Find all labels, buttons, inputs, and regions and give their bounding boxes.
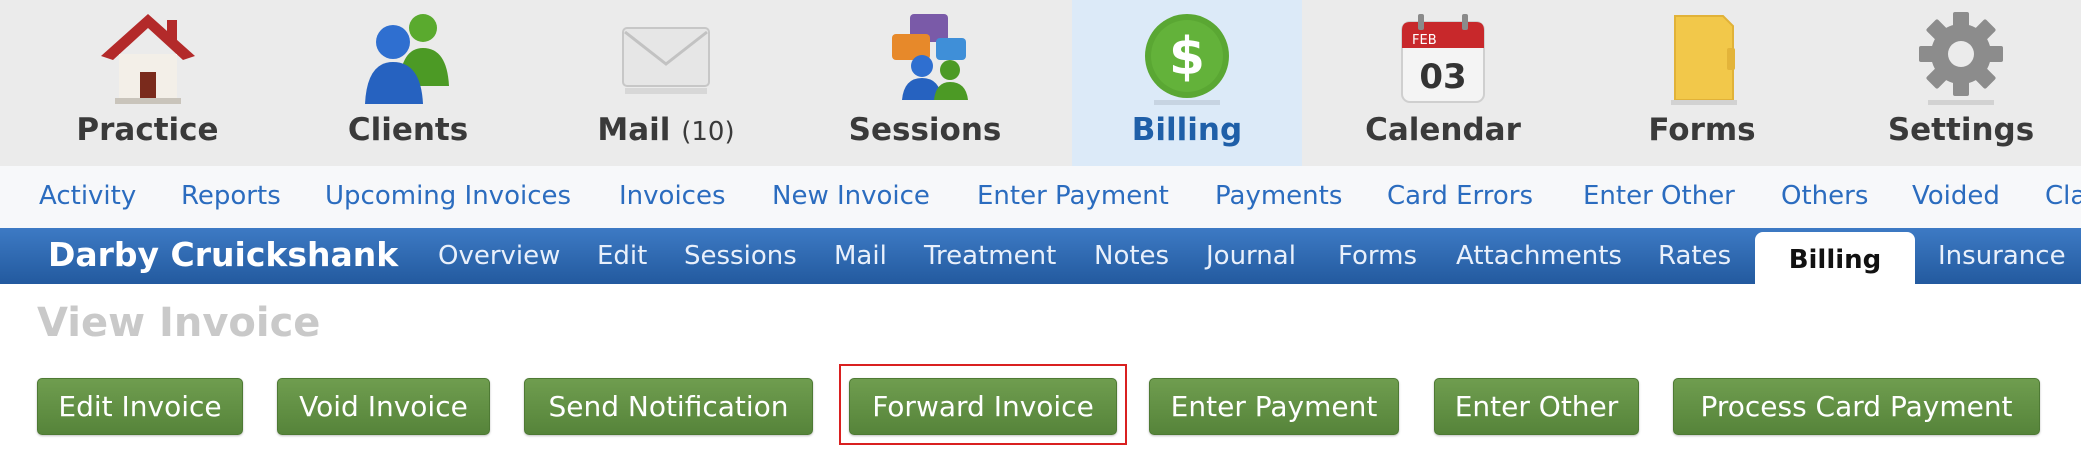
nav-sessions[interactable]: Sessions <box>830 0 1020 166</box>
nav-forms[interactable]: Forms <box>1612 0 1792 166</box>
enter-other-button[interactable]: Enter Other <box>1434 378 1639 435</box>
gear-icon <box>1919 12 2003 105</box>
tab-mail[interactable]: Mail <box>834 241 887 271</box>
tab-treatment[interactable]: Treatment <box>924 241 1056 271</box>
subnav-enter-payment[interactable]: Enter Payment <box>977 181 1169 211</box>
calendar-month: FEB <box>1412 33 1437 48</box>
nav-practice[interactable]: Practice <box>55 0 240 166</box>
billing-subnav: Activity Reports Upcoming Invoices Invoi… <box>0 166 2081 229</box>
tab-edit[interactable]: Edit <box>597 241 647 271</box>
nav-label: Clients <box>347 112 469 148</box>
tab-insurance[interactable]: Insurance <box>1938 241 2066 271</box>
dollar-sign-icon: $ <box>1145 14 1229 105</box>
process-card-payment-button[interactable]: Process Card Payment <box>1673 378 2040 435</box>
calendar-day: 03 <box>1419 57 1466 97</box>
forward-invoice-button[interactable]: Forward Invoice <box>849 378 1117 435</box>
nav-calendar[interactable]: FEB 03 Calendar <box>1338 0 1548 166</box>
folder-icon <box>1671 15 1737 105</box>
tab-journal[interactable]: Journal <box>1206 241 1296 271</box>
subnav-card-errors[interactable]: Card Errors <box>1387 181 1533 211</box>
subnav-enter-other[interactable]: Enter Other <box>1583 181 1735 211</box>
subnav-new-invoice[interactable]: New Invoice <box>772 181 930 211</box>
edit-invoice-button[interactable]: Edit Invoice <box>37 378 243 435</box>
nav-label-text: Mail <box>597 112 671 148</box>
nav-settings[interactable]: Settings <box>1870 0 2052 166</box>
page-title: View Invoice <box>37 300 321 346</box>
tab-billing[interactable]: Billing <box>1755 232 1915 284</box>
subnav-activity[interactable]: Activity <box>39 181 136 211</box>
void-invoice-button[interactable]: Void Invoice <box>277 378 490 435</box>
subnav-others[interactable]: Others <box>1781 181 1868 211</box>
billing-symbol: $ <box>1169 27 1205 87</box>
tab-notes[interactable]: Notes <box>1094 241 1169 271</box>
nav-label: Mail (10) <box>576 112 756 148</box>
nav-clients[interactable]: Clients <box>318 0 498 166</box>
nav-mail[interactable]: Mail (10) <box>576 0 756 166</box>
mail-count: (10) <box>681 117 735 147</box>
client-name: Darby Cruickshank <box>48 235 399 274</box>
enter-payment-button[interactable]: Enter Payment <box>1149 378 1399 435</box>
subnav-voided[interactable]: Voided <box>1912 181 2000 211</box>
nav-label: Settings <box>1887 112 2035 148</box>
nav-billing[interactable]: $ Billing <box>1072 0 1302 166</box>
calendar-icon: FEB 03 <box>1401 14 1485 103</box>
people-icon <box>365 14 449 104</box>
nav-label: Forms <box>1648 112 1756 148</box>
client-bar: Darby Cruickshank Overview Edit Sessions… <box>0 228 2081 284</box>
house-icon <box>100 14 195 104</box>
tab-forms[interactable]: Forms <box>1338 241 1417 271</box>
subnav-payments[interactable]: Payments <box>1215 181 1342 211</box>
tab-sessions[interactable]: Sessions <box>684 241 797 271</box>
envelope-icon <box>622 27 710 94</box>
tab-attachments[interactable]: Attachments <box>1456 241 1622 271</box>
subnav-claims-truncated[interactable]: Cla <box>2045 181 2081 211</box>
subnav-upcoming-invoices[interactable]: Upcoming Invoices <box>325 181 571 211</box>
subnav-reports[interactable]: Reports <box>181 181 281 211</box>
chat-bubbles-icon <box>892 14 968 100</box>
nav-label: Billing <box>1131 112 1243 148</box>
nav-label: Calendar <box>1365 112 1521 148</box>
nav-label: Practice <box>76 112 219 148</box>
tab-overview[interactable]: Overview <box>438 241 560 271</box>
main-navigation: Practice Clients Mail (10) Sessions $ Bi… <box>0 0 2081 167</box>
send-notification-button[interactable]: Send Notification <box>524 378 813 435</box>
nav-label: Sessions <box>848 112 1002 148</box>
subnav-invoices[interactable]: Invoices <box>619 181 726 211</box>
tab-rates[interactable]: Rates <box>1658 241 1731 271</box>
